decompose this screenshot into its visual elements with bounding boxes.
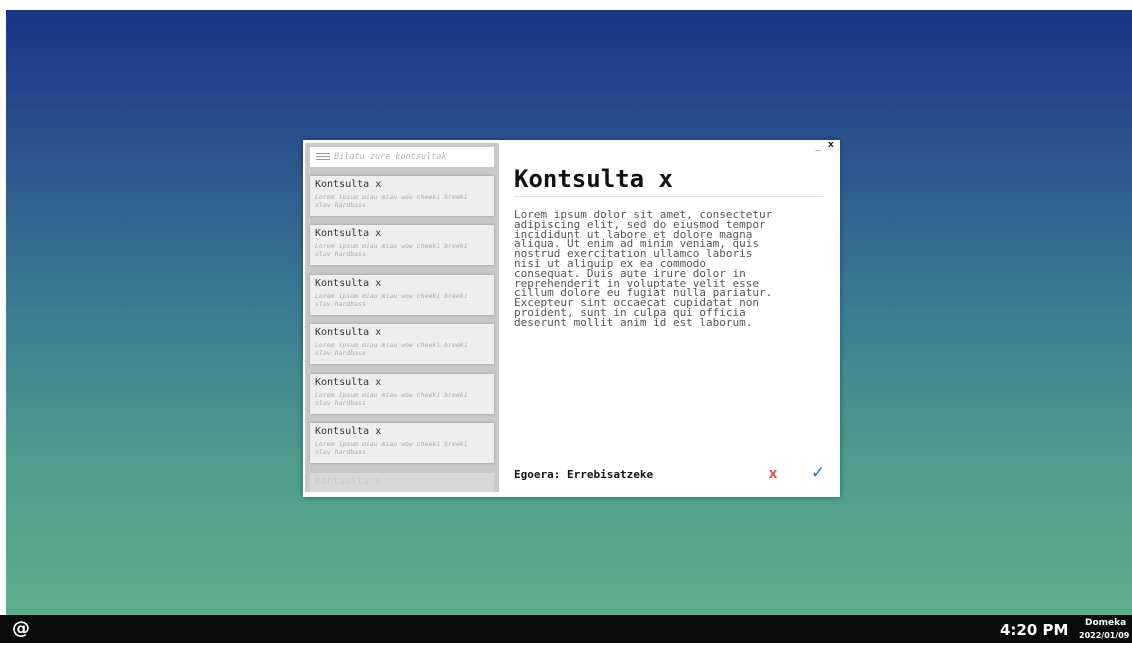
title-divider [514, 196, 823, 197]
list-item-snippet: Lorem ipsum miau miau wow cheeki breeki … [315, 392, 468, 407]
list-item-title: Kontsulta x [315, 426, 382, 437]
close-button[interactable]: x [828, 139, 834, 151]
reject-button[interactable]: x [764, 465, 782, 483]
list-item-snippet: Lorem ipsum miau miau wow cheeki breeki … [315, 243, 468, 258]
list-item-title: Kontsulta x [315, 377, 382, 388]
accept-button[interactable]: ✓ [809, 464, 827, 482]
clock-date: 2022/01/09 [1079, 631, 1130, 640]
clock-day: Domeka [1085, 618, 1127, 628]
list-item[interactable]: Kontsulta x Lorem ipsum miau miau wow ch… [310, 225, 494, 265]
list-item[interactable]: Kontsulta x Lorem ipsum miau miau wow ch… [310, 374, 494, 414]
list-item-snippet: Lorem ipsum miau miau wow cheeki breeki … [315, 441, 468, 456]
list-item[interactable]: Kontsulta x Lorem ipsum miau miau wow ch… [310, 176, 494, 216]
search-input[interactable] [334, 149, 489, 165]
consultation-body: Lorem ipsum dolor sit amet, consectetur … [514, 208, 773, 329]
taskbar: @ 4:20 PM Domeka 2022/01/09 [0, 615, 1132, 643]
search-box [310, 147, 494, 167]
list-item-title: Kontsulta x [315, 228, 382, 239]
status-label: Egoera: Errebisatzeke [514, 468, 654, 481]
list-item-title: Kontsulta x [315, 327, 382, 338]
screen: _ x Kontsulta x Lorem ipsum miau miau wo… [0, 0, 1132, 643]
list-item-snippet: Lorem ipsum miau miau wow cheeki breeki … [315, 293, 468, 308]
list-item-snippet: Lorem ipsum miau miau wow cheeki breeki … [315, 194, 468, 209]
list-item[interactable]: Kontsulta x Lorem ipsum miau miau wow ch… [310, 275, 494, 315]
clock-time: 4:20 PM [1000, 621, 1069, 639]
consultation-list[interactable]: Kontsulta x Lorem ipsum miau miau wow ch… [305, 143, 499, 492]
list-item[interactable]: Kontsulta x Lorem ipsum miau miau wow ch… [310, 324, 494, 364]
list-item[interactable]: Kontsulta x [310, 473, 494, 492]
consultation-detail: Kontsulta x Lorem ipsum dolor sit amet, … [512, 156, 825, 486]
list-item-snippet: Lorem ipsum miau miau wow cheeki breeki … [315, 342, 468, 357]
consultation-window: _ x Kontsulta x Lorem ipsum miau miau wo… [303, 140, 840, 497]
start-icon[interactable]: @ [12, 617, 30, 641]
list-item-title: Kontsulta x [315, 179, 382, 190]
list-item-title: Kontsulta x [315, 476, 382, 487]
hamburger-menu-icon[interactable] [316, 153, 330, 161]
consultation-title: Kontsulta x [514, 165, 673, 193]
list-item[interactable]: Kontsulta x Lorem ipsum miau miau wow ch… [310, 423, 494, 463]
list-item-title: Kontsulta x [315, 278, 382, 289]
minimize-button[interactable]: _ [815, 140, 821, 152]
